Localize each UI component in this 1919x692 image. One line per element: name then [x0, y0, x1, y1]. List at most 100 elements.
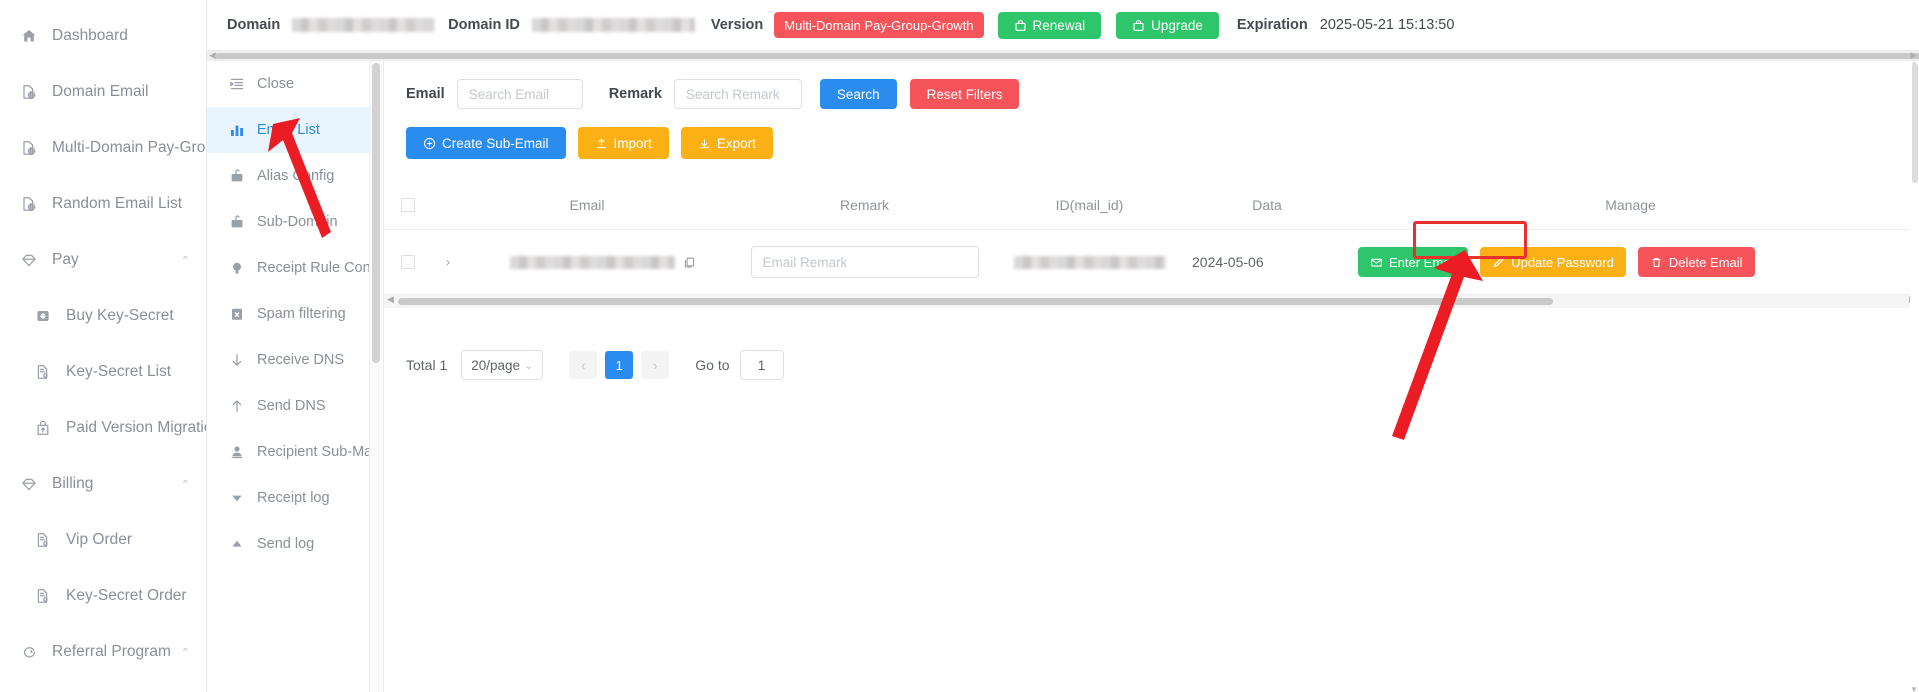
- scroll-left-arrow-icon[interactable]: ◀: [387, 294, 394, 305]
- sidebar-item-key-secret-order[interactable]: Key-Secret Order: [0, 568, 206, 624]
- main-area: Domain Domain ID Version Multi-Domain Pa…: [207, 0, 1919, 692]
- content-vertical-scrollbar[interactable]: ▲ ▼: [1910, 61, 1919, 692]
- scroll-down-arrow-icon[interactable]: ▼: [1910, 685, 1918, 692]
- create-sub-email-button[interactable]: Create Sub-Email: [406, 127, 566, 159]
- submenu-item-recipient-sub-mail[interactable]: Recipient Sub-Mail: [207, 429, 369, 475]
- arrow-up-icon: [227, 398, 247, 414]
- delete-email-button[interactable]: Delete Email: [1637, 247, 1755, 277]
- bar-chart-icon: [227, 122, 247, 138]
- sidebar-item-key-secret-list[interactable]: Key-Secret List: [0, 344, 206, 400]
- domain-icon: [18, 83, 40, 101]
- row-checkbox[interactable]: [401, 255, 415, 269]
- sidebar-item-dashboard[interactable]: Dashboard: [0, 8, 206, 64]
- sidebar-item-vip-order[interactable]: Vip Order: [0, 512, 206, 568]
- email-value-redacted: [510, 255, 675, 269]
- scrollbar-thumb[interactable]: [398, 298, 1553, 305]
- page-size-select[interactable]: 20/page ⌄: [461, 350, 544, 380]
- submenu-item-receive-dns[interactable]: Receive DNS: [207, 337, 369, 383]
- sidebar-item-label: Key-Secret List: [66, 363, 172, 380]
- export-button[interactable]: Export: [680, 127, 773, 159]
- upgrade-button[interactable]: Upgrade: [1116, 11, 1219, 39]
- domain-label: Domain: [227, 17, 281, 33]
- submenu-item-close[interactable]: Close: [207, 61, 369, 107]
- secondary-menu: Close Email List Alias Config Sub-Domain Rec…: [207, 61, 384, 692]
- wallet-icon: [32, 307, 54, 325]
- sidebar-item-referral-program[interactable]: Referral Program ⌃: [0, 624, 206, 680]
- sidebar-item-pay[interactable]: Pay ⌃: [0, 232, 206, 288]
- select-all-header: [384, 197, 432, 212]
- search-button[interactable]: Search: [819, 79, 897, 109]
- body-row: Close Email List Alias Config Sub-Domain Rec…: [207, 61, 1919, 692]
- table-horizontal-scrollbar[interactable]: ◀ ▶: [384, 294, 1919, 308]
- header-remark: Remark: [839, 196, 889, 213]
- domain-header: Domain Domain ID Version Multi-Domain Pa…: [207, 0, 1919, 51]
- row-remark-input[interactable]: [750, 246, 979, 278]
- piggy-icon: [18, 643, 40, 661]
- page-size-value: 20/page: [471, 357, 521, 373]
- row-select-cell: [384, 255, 432, 269]
- alias-icon: [227, 168, 247, 184]
- import-button[interactable]: Import: [577, 127, 669, 159]
- submenu-item-label: Receipt log: [257, 490, 330, 506]
- renewal-button[interactable]: Renewal: [997, 11, 1102, 39]
- scrollbar-thumb[interactable]: [372, 63, 380, 363]
- scrollbar-thumb[interactable]: [215, 53, 1919, 59]
- sidebar-item-label: Paid Version Migration: [66, 419, 207, 436]
- prev-page-button[interactable]: ‹: [569, 351, 598, 379]
- sidebar-item-billing[interactable]: Billing ⌃: [0, 456, 206, 512]
- scrollbar-thumb[interactable]: [1912, 63, 1918, 183]
- goto-page-input[interactable]: [739, 350, 784, 380]
- triangle-down-icon: [227, 490, 247, 506]
- select-all-checkbox[interactable]: [401, 197, 415, 212]
- sidebar-item-buy-key-secret[interactable]: Buy Key-Secret: [0, 288, 206, 344]
- sidebar-item-referral-program[interactable]: Referral Program: [0, 680, 206, 692]
- submenu-item-sub-domain[interactable]: Sub-Domain: [207, 199, 369, 245]
- expand-row-icon[interactable]: ›: [432, 255, 464, 269]
- submenu-item-receipt-log[interactable]: Receipt log: [207, 475, 369, 521]
- enter-email-button[interactable]: Enter Email: [1358, 247, 1469, 277]
- spam-icon: [227, 306, 247, 322]
- submenu-item-label: Receive DNS: [257, 352, 345, 368]
- header-email: Email: [569, 196, 605, 213]
- secondary-menu-scrollbar[interactable]: [369, 61, 382, 692]
- sidebar-item-paid-version-migration[interactable]: Paid Version Migration: [0, 400, 206, 456]
- scroll-right-arrow-icon[interactable]: ▶: [1910, 50, 1917, 61]
- export-label: Export: [716, 135, 756, 151]
- home-icon: [18, 27, 40, 45]
- submenu-item-label: Send log: [257, 536, 315, 552]
- cell-date: 2024-05-06: [1192, 254, 1264, 270]
- sidebar-item-random-email-list[interactable]: Random Email List: [0, 176, 206, 232]
- bag-icon: [1014, 19, 1027, 32]
- search-remark-input[interactable]: [673, 79, 802, 109]
- submenu-item-send-dns[interactable]: Send DNS: [207, 383, 369, 429]
- submenu-item-send-log[interactable]: Send log: [207, 521, 369, 567]
- sidebar-item-multi-domain-pay-group[interactable]: Multi-Domain Pay-Group: [0, 120, 206, 176]
- reset-filters-button[interactable]: Reset Filters: [909, 79, 1020, 109]
- bag-icon: [1132, 19, 1145, 32]
- copy-icon[interactable]: [683, 256, 696, 269]
- version-badge: Multi-Domain Pay-Group-Growth: [774, 12, 984, 38]
- envelope-icon: [1370, 256, 1383, 269]
- next-page-button[interactable]: ›: [641, 351, 670, 379]
- page-number-1[interactable]: 1: [605, 351, 634, 379]
- mail-id-value-redacted: [1013, 255, 1166, 269]
- sidebar-item-domain-email[interactable]: Domain Email: [0, 64, 206, 120]
- sidebar-item-label: Buy Key-Secret: [66, 307, 174, 324]
- update-password-button[interactable]: Update Password: [1480, 247, 1626, 277]
- diamond-icon: [18, 251, 40, 269]
- cell-mail-id: [987, 255, 1192, 269]
- renewal-label: Renewal: [1032, 17, 1086, 33]
- table-row: › Email Remark 2024-05-06 Enter Email Up…: [384, 230, 1919, 295]
- submenu-item-label: Email List: [257, 122, 320, 138]
- pagination: Total 1 20/page ⌄ ‹ 1 › Go to: [384, 308, 1919, 380]
- submenu-item-receipt-rule-config[interactable]: Receipt Rule Config: [207, 245, 369, 291]
- submenu-item-spam-filtering[interactable]: Spam filtering: [207, 291, 369, 337]
- enter-email-label: Enter Email: [1389, 254, 1457, 270]
- total-count-label: Total 1: [406, 357, 448, 373]
- search-email-input[interactable]: [456, 79, 583, 109]
- version-label: Version: [710, 17, 764, 33]
- submenu-item-alias-config[interactable]: Alias Config: [207, 153, 369, 199]
- sidebar-item-label: Random Email List: [52, 195, 183, 212]
- page-horizontal-scrollbar[interactable]: ◀ ▶: [207, 50, 1919, 61]
- submenu-item-email-list[interactable]: Email List: [207, 107, 369, 153]
